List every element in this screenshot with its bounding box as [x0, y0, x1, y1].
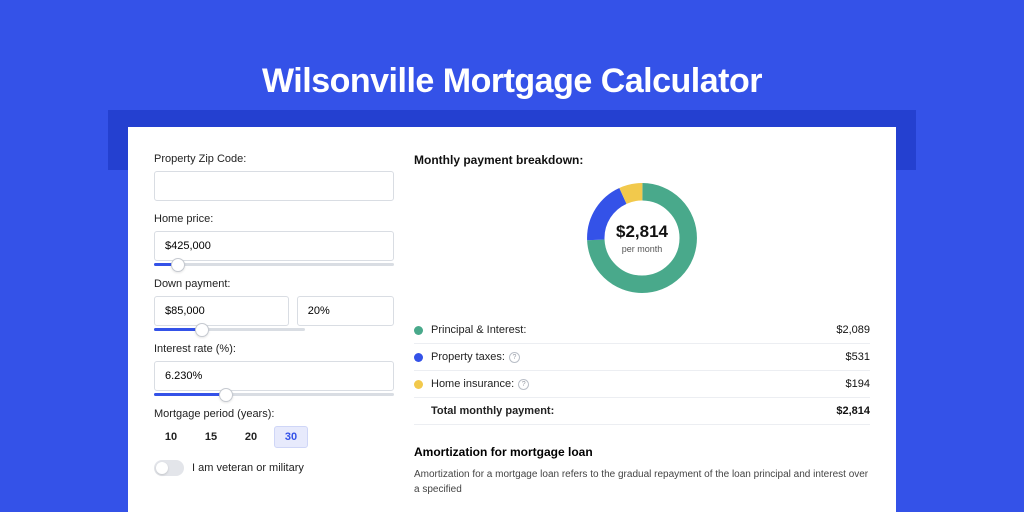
- legend: Principal & Interest: $2,089 Property ta…: [414, 317, 870, 425]
- price-slider[interactable]: [154, 263, 394, 266]
- rate-slider-thumb[interactable]: [219, 388, 233, 402]
- rate-slider[interactable]: [154, 393, 394, 396]
- legend-row-ins: Home insurance: ? $194: [414, 371, 870, 398]
- rate-input[interactable]: [154, 361, 394, 391]
- down-slider[interactable]: [154, 328, 305, 331]
- period-15-button[interactable]: 15: [194, 426, 228, 448]
- period-20-button[interactable]: 20: [234, 426, 268, 448]
- donut-chart: $2,814 per month: [581, 177, 703, 299]
- breakdown-title: Monthly payment breakdown:: [414, 153, 870, 167]
- legend-value-tax: $531: [846, 351, 870, 363]
- period-label: Mortgage period (years):: [154, 408, 394, 420]
- legend-row-pi: Principal & Interest: $2,089: [414, 317, 870, 344]
- legend-value-total: $2,814: [836, 405, 870, 417]
- down-field: Down payment:: [154, 278, 394, 331]
- calculator-card: Property Zip Code: Home price: Down paym…: [128, 127, 896, 512]
- price-field: Home price:: [154, 213, 394, 266]
- dot-ins: [414, 380, 423, 389]
- period-10-button[interactable]: 10: [154, 426, 188, 448]
- period-field: Mortgage period (years): 10 15 20 30: [154, 408, 394, 448]
- down-slider-thumb[interactable]: [195, 323, 209, 337]
- legend-row-total: Total monthly payment: $2,814: [414, 398, 870, 425]
- donut-wrap: $2,814 per month: [414, 177, 870, 299]
- legend-label-total: Total monthly payment:: [431, 405, 836, 417]
- zip-field: Property Zip Code:: [154, 153, 394, 201]
- page-title: Wilsonville Mortgage Calculator: [0, 0, 1024, 101]
- rate-label: Interest rate (%):: [154, 343, 394, 355]
- legend-value-ins: $194: [846, 378, 870, 390]
- donut-amount: $2,814: [616, 222, 668, 242]
- amortization-title: Amortization for mortgage loan: [414, 445, 870, 459]
- info-icon[interactable]: ?: [509, 352, 520, 363]
- rate-field: Interest rate (%):: [154, 343, 394, 396]
- veteran-toggle[interactable]: [154, 460, 184, 476]
- info-icon[interactable]: ?: [518, 379, 529, 390]
- breakdown-column: Monthly payment breakdown: $2,814 per mo…: [414, 153, 870, 512]
- down-percent-input[interactable]: [297, 296, 394, 326]
- down-amount-input[interactable]: [154, 296, 289, 326]
- legend-label-ins: Home insurance: ?: [431, 378, 846, 390]
- legend-value-pi: $2,089: [836, 324, 870, 336]
- donut-center: $2,814 per month: [581, 177, 703, 299]
- zip-input[interactable]: [154, 171, 394, 201]
- dot-tax: [414, 353, 423, 362]
- amortization-text: Amortization for a mortgage loan refers …: [414, 467, 870, 497]
- dot-pi: [414, 326, 423, 335]
- legend-label-pi: Principal & Interest:: [431, 324, 836, 336]
- legend-text-tax: Property taxes:: [431, 351, 505, 363]
- legend-text-ins: Home insurance:: [431, 378, 514, 390]
- price-slider-thumb[interactable]: [171, 258, 185, 272]
- down-label: Down payment:: [154, 278, 394, 290]
- legend-row-tax: Property taxes: ? $531: [414, 344, 870, 371]
- price-label: Home price:: [154, 213, 394, 225]
- legend-label-tax: Property taxes: ?: [431, 351, 846, 363]
- price-input[interactable]: [154, 231, 394, 261]
- donut-sub: per month: [622, 244, 663, 254]
- veteran-label: I am veteran or military: [192, 462, 304, 474]
- zip-label: Property Zip Code:: [154, 153, 394, 165]
- form-column: Property Zip Code: Home price: Down paym…: [154, 153, 394, 512]
- veteran-row: I am veteran or military: [154, 460, 394, 476]
- period-30-button[interactable]: 30: [274, 426, 308, 448]
